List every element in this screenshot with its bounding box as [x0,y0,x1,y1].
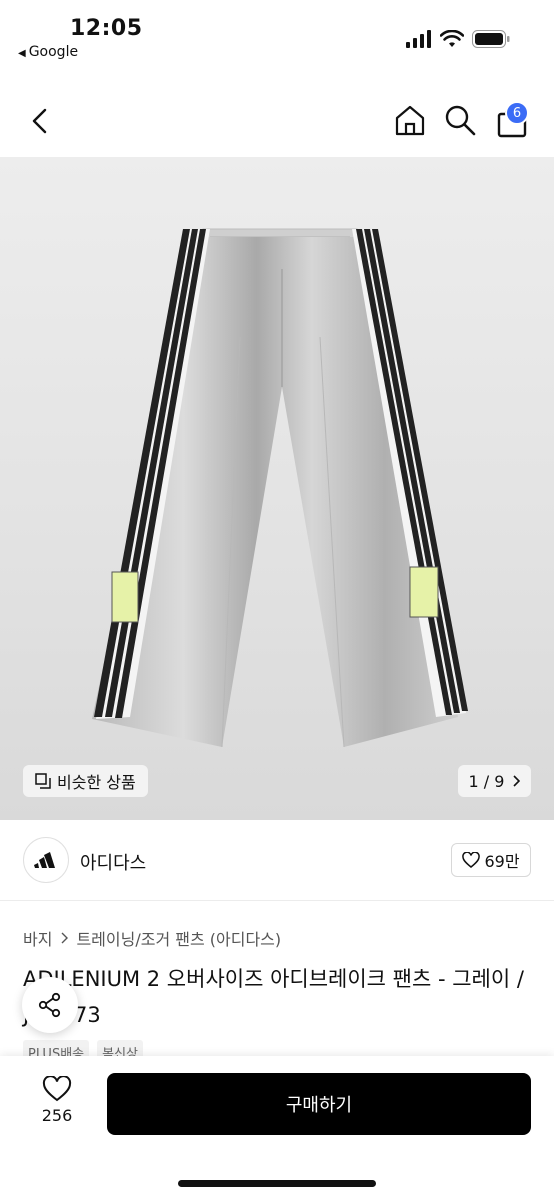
image-pager[interactable]: 1 / 9 [458,765,531,797]
brand-like-button[interactable]: 69만 [451,843,531,877]
brand-row: 아디다스 69만 [0,821,554,901]
chevron-right-icon [61,932,69,944]
adidas-logo [34,852,55,868]
share-button[interactable] [22,977,78,1033]
similar-icon [35,773,51,789]
share-icon [38,992,61,1018]
back-icon[interactable] [24,104,58,138]
cart-count-badge: 6 [505,101,529,125]
battery-icon [472,30,510,48]
buy-button[interactable]: 구매하기 [107,1073,531,1135]
breadcrumb: 바지 트레이닝/조거 팬츠 (아디다스) [23,926,281,950]
brand-avatar[interactable] [23,837,69,883]
product-image-gallery[interactable] [0,157,554,820]
bottom-action-bar: 256 구매하기 [0,1056,554,1200]
product-image [92,228,468,748]
wishlist-button[interactable]: 256 [30,1076,84,1136]
top-nav [0,86,554,156]
heart-icon [42,1076,72,1102]
product-title: ADILENIUM 2 오버사이즈 아디브레이크 팬츠 - 그레이 / JM92… [23,967,524,1027]
back-triangle-icon: ◀ [18,48,26,59]
signal-icon [406,30,431,48]
breadcrumb-item-category[interactable]: 트레이닝/조거 팬츠 (아디다스) [76,926,281,950]
back-to-app[interactable]: ◀ Google [18,44,78,60]
wifi-icon [440,30,464,47]
brand-like-count: 69만 [484,852,520,871]
status-time: 12:05 [70,16,143,41]
search-icon[interactable] [442,102,478,138]
back-app-label: Google [28,44,79,60]
heart-icon [462,852,481,868]
similar-products-button[interactable]: 비슷한 상품 [23,765,148,797]
breadcrumb-item-pants[interactable]: 바지 [23,926,52,950]
home-indicator [178,1180,376,1187]
status-bar: 12:05 ◀ Google [0,0,554,70]
wishlist-count: 256 [41,1106,73,1125]
home-icon[interactable] [392,102,428,138]
pager-text: 1 / 9 [468,771,505,791]
brand-name[interactable]: 아디다스 [80,849,146,875]
chevron-right-icon [513,775,521,787]
status-icons [406,30,510,48]
similar-products-label: 비슷한 상품 [57,773,136,792]
